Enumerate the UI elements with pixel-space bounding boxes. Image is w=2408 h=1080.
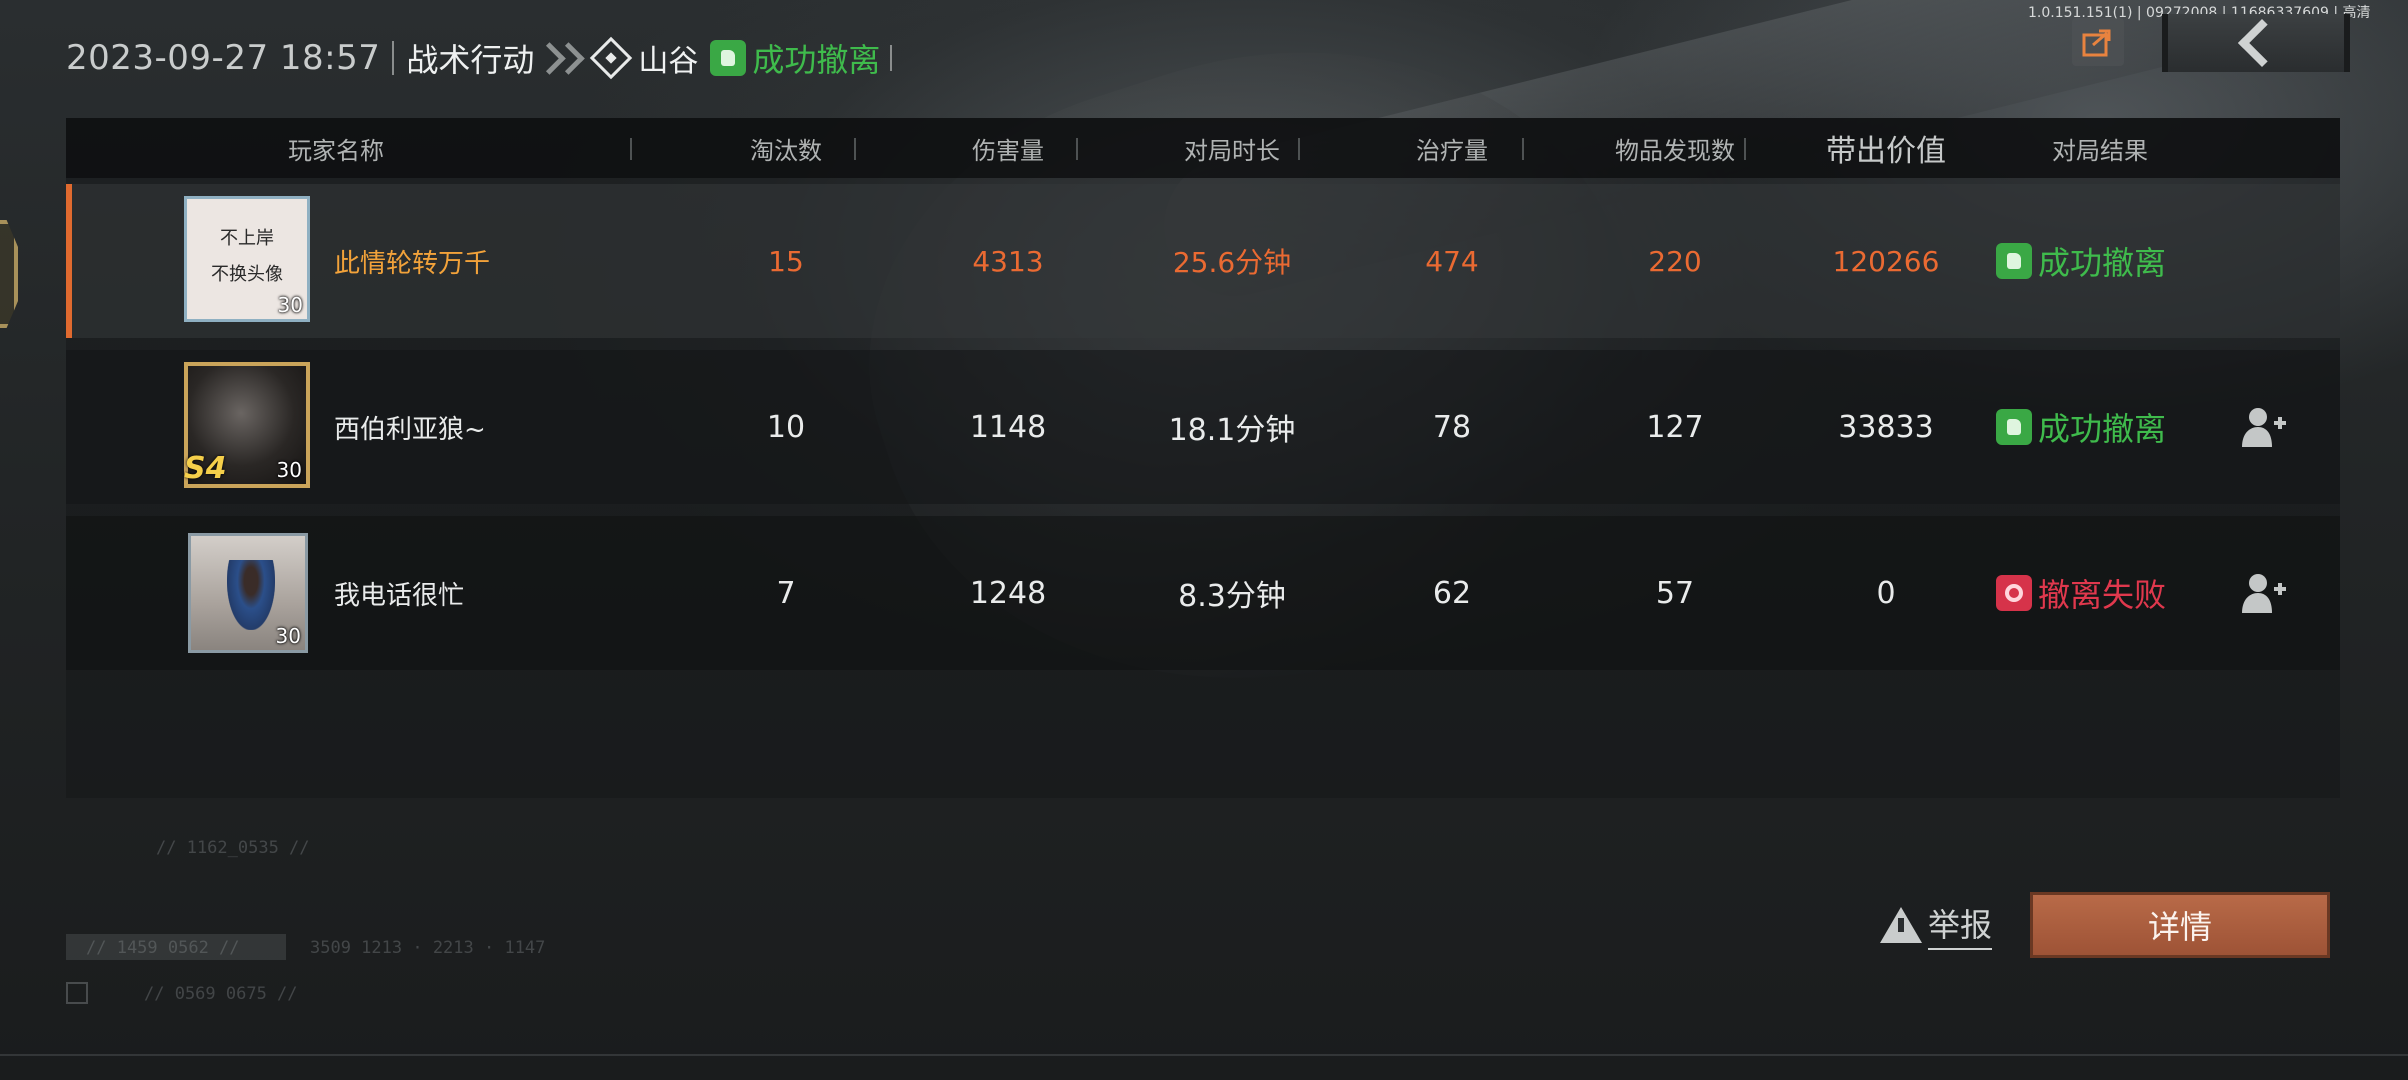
avatar-level: 30 <box>275 624 301 648</box>
avatar-level: 30 <box>277 293 303 317</box>
bottom-divider <box>0 1054 2408 1056</box>
decorative-code: // 1459 0562 // <box>86 938 240 958</box>
row-result: 撤离失败 <box>1996 516 2166 670</box>
column-header-player: 玩家名称 <box>288 136 384 165</box>
share-icon <box>2082 29 2111 57</box>
back-button[interactable] <box>2162 14 2350 72</box>
column-header-items-found: 物品发现数 <box>1615 136 1735 165</box>
match-map: 山谷 <box>638 44 699 79</box>
header-divider <box>392 41 395 75</box>
column-header-result: 对局结果 <box>2052 136 2148 165</box>
add-friend-icon[interactable] <box>2240 571 2288 615</box>
player-name: 我电话很忙 <box>334 580 465 611</box>
report-label: 举报 <box>1928 900 1993 950</box>
column-divider <box>630 138 632 160</box>
column-header-duration: 对局时长 <box>1184 136 1280 165</box>
row-result-label: 成功撤离 <box>2038 244 2167 282</box>
column-header-healing: 治疗量 <box>1416 136 1488 165</box>
detail-button[interactable]: 详情 <box>2030 892 2330 958</box>
column-header-damage: 伤害量 <box>972 136 1044 165</box>
row-result: 成功撤离 <box>1996 184 2166 338</box>
column-divider <box>1744 138 1746 160</box>
avatar-calligraphy: 不上岸 不换头像 <box>199 221 295 291</box>
avatar-level: 30 <box>276 458 302 482</box>
damage-value: 1148 <box>969 409 1047 445</box>
row-result: 成功撤离 <box>1996 350 2166 504</box>
table-row[interactable]: S4 30 西伯利亚狼~ 10 1148 18.1分钟 78 127 33833… <box>66 350 2340 504</box>
row-result-label: 成功撤离 <box>2038 410 2167 448</box>
table-row[interactable]: 不上岸 不换头像 30 此情轮转万千 15 4313 25.6分钟 474 22… <box>66 184 2340 338</box>
extracted-value: 33833 <box>1838 409 1934 445</box>
player-name: 此情轮转万千 <box>334 248 491 279</box>
season-badge: S4 <box>184 451 227 486</box>
decorative-code: 3509 1213 · 2213 · 1147 <box>310 938 546 958</box>
eliminations-value: 7 <box>776 575 796 611</box>
self-highlight-bar <box>66 184 72 338</box>
report-button[interactable]: 举报 <box>1880 900 1993 950</box>
duration-value: 18.1分钟 <box>1168 413 1296 448</box>
healing-value: 78 <box>1432 409 1472 445</box>
column-divider <box>1076 138 1078 160</box>
decorative-code: // 1162_0535 // <box>156 838 310 858</box>
column-divider <box>1298 138 1300 160</box>
eliminations-value: 15 <box>768 244 804 278</box>
match-mode: 战术行动 <box>406 41 535 79</box>
table-row[interactable]: 30 我电话很忙 7 1248 8.3分钟 62 57 0 撤离失败 <box>66 516 2340 670</box>
damage-value: 4313 <box>972 244 1044 278</box>
header-divider <box>890 45 893 71</box>
row-result-label: 撤离失败 <box>2038 576 2167 614</box>
avatar-photo <box>227 560 275 630</box>
success-thumb-icon <box>1996 409 2032 445</box>
column-header-eliminations: 淘汰数 <box>750 136 822 165</box>
column-divider <box>1522 138 1524 160</box>
healing-value: 62 <box>1432 575 1472 611</box>
avatar[interactable]: 30 <box>188 533 308 653</box>
match-datetime: 2023-09-27 18:57 <box>66 38 381 78</box>
add-friend-icon[interactable] <box>2240 405 2288 449</box>
extracted-value: 0 <box>1876 575 1896 611</box>
diamond-map-icon <box>590 36 633 80</box>
match-header: 2023-09-27 18:57 战术行动 山谷 成功撤离 <box>66 34 904 82</box>
match-result-screen: 1.0.151.151(1) | 09272008 | 11686337609 … <box>0 0 2408 1080</box>
warning-icon <box>1880 907 1922 943</box>
double-chevron-icon <box>533 41 586 75</box>
fail-icon <box>1996 575 2032 611</box>
duration-value: 8.3分钟 <box>1178 579 1286 614</box>
extracted-value: 120266 <box>1832 244 1940 278</box>
decorative-box <box>66 982 88 1004</box>
player-name: 西伯利亚狼~ <box>334 414 486 445</box>
avatar-text-line: 不上岸 <box>220 228 274 249</box>
duration-value: 25.6分钟 <box>1172 246 1292 279</box>
scoreboard-table: 玩家名称 淘汰数 伤害量 对局时长 治疗量 物品发现数 带出价值 对局结果 不上… <box>66 118 2340 798</box>
avatar-text-line: 不换头像 <box>211 264 283 285</box>
success-thumb-icon <box>1996 243 2032 279</box>
avatar[interactable]: 不上岸 不换头像 30 <box>184 196 310 322</box>
eliminations-value: 10 <box>766 409 806 445</box>
column-divider <box>854 138 856 160</box>
items-found-value: 127 <box>1646 409 1704 445</box>
damage-value: 1248 <box>969 575 1047 611</box>
share-button[interactable] <box>2072 18 2124 66</box>
column-header-extracted-value: 带出价值 <box>1826 134 1946 169</box>
decorative-code: // 0569 0675 // <box>144 984 298 1004</box>
items-found-value: 220 <box>1648 244 1702 278</box>
healing-value: 474 <box>1425 244 1479 278</box>
table-header: 玩家名称 淘汰数 伤害量 对局时长 治疗量 物品发现数 带出价值 对局结果 <box>66 118 2340 178</box>
match-result: 成功撤离 <box>752 41 881 79</box>
side-tab[interactable] <box>0 220 18 328</box>
items-found-value: 57 <box>1655 575 1695 611</box>
avatar[interactable]: S4 30 <box>184 362 310 488</box>
back-arrow-icon <box>2237 18 2287 68</box>
success-thumb-icon <box>710 40 747 76</box>
